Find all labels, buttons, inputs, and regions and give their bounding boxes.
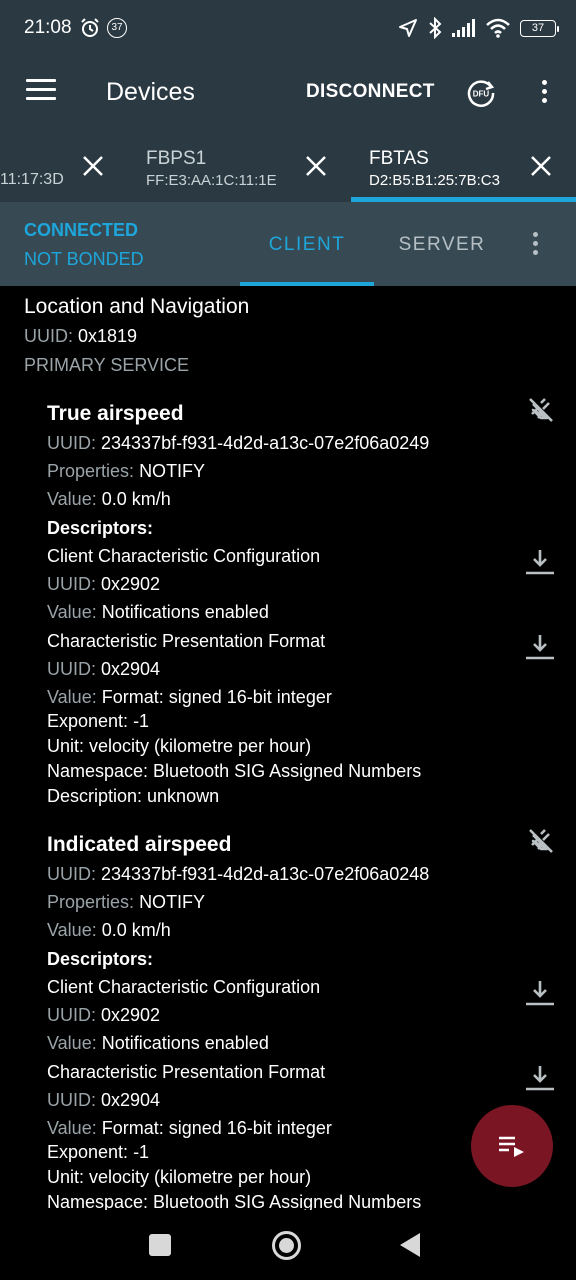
descriptor-value: Value: Notifications enabled [47, 1033, 269, 1053]
page-title: Devices [106, 78, 195, 106]
bluetooth-icon [429, 17, 442, 39]
device-tab-address: 11:17:3D [0, 171, 64, 188]
device-tabs: 11:17:3D FBPS1 FF:E3:AA:1C:11:1E FBTAS D… [0, 134, 576, 202]
descriptor-name: Client Characteristic Configuration [47, 977, 321, 997]
download-icon[interactable] [525, 633, 555, 661]
disconnect-button[interactable]: DISCONNECT [306, 81, 435, 103]
home-icon[interactable] [272, 1231, 301, 1260]
alarm-icon [81, 18, 99, 37]
bond-status: NOT BONDED [24, 249, 144, 269]
device-tab-0[interactable]: 11:17:3D [0, 134, 120, 202]
descriptor-value: Value: Notifications enabled [47, 602, 269, 622]
notifications-off-icon[interactable] [527, 827, 555, 855]
recents-icon[interactable] [149, 1234, 171, 1256]
descriptor-uuid: UUID: 0x2904 [47, 1090, 161, 1110]
overflow-menu-icon[interactable] [540, 80, 548, 106]
status-time: 21:08 [24, 17, 72, 38]
service-uuid: UUID: 0x1819 [24, 326, 138, 346]
descriptor-uuid: UUID: 0x2902 [47, 1005, 161, 1025]
device-tab-address: FF:E3:AA:1C:11:1E [146, 172, 277, 189]
characteristic-name[interactable]: True airspeed [47, 402, 184, 426]
device-tab-1[interactable]: FBPS1 FF:E3:AA:1C:11:1E [120, 134, 351, 202]
connection-status: CONNECTED [24, 220, 139, 240]
wifi-icon [486, 18, 510, 38]
device-tab-2[interactable]: FBTAS D2:B5:B1:25:7B:C3 [351, 134, 576, 202]
characteristic-value: Value: 0.0 km/h [47, 489, 171, 509]
overflow-menu-icon[interactable] [531, 232, 539, 258]
characteristic-uuid: UUID: 234337bf-f931-4d2d-a13c-07e2f06a02… [47, 433, 430, 453]
descriptors-heading: Descriptors: [47, 949, 154, 969]
battery-icon: 37 [520, 19, 559, 37]
services-list[interactable]: Location and Navigation UUID: 0x1819 PRI… [0, 286, 576, 1210]
signal-icon [452, 19, 475, 37]
characteristic-properties: Properties: NOTIFY [47, 461, 206, 481]
service-type: PRIMARY SERVICE [24, 355, 190, 375]
characteristic-value: Value: 0.0 km/h [47, 920, 171, 940]
notification-count-badge: 37 [107, 18, 127, 38]
descriptor-extra: Namespace: Bluetooth SIG Assigned Number… [47, 761, 422, 781]
descriptor-uuid: UUID: 0x2904 [47, 659, 161, 679]
location-icon [399, 19, 417, 37]
system-nav-bar [0, 1210, 576, 1280]
characteristic-name[interactable]: Indicated airspeed [47, 833, 231, 857]
download-icon[interactable] [525, 548, 555, 576]
descriptor-name: Characteristic Presentation Format [47, 1062, 326, 1082]
dfu-label: DFU [473, 90, 490, 99]
service-name: Location and Navigation [24, 295, 250, 318]
descriptor-value: Value: Format: signed 16-bit integer [47, 687, 332, 707]
connection-bar: CONNECTED NOT BONDED CLIENT SERVER [0, 202, 576, 286]
close-icon[interactable] [304, 154, 328, 178]
descriptor-extra: Namespace: Bluetooth SIG Assigned Number… [47, 1192, 422, 1210]
descriptor-extra: Exponent: -1 [47, 711, 150, 731]
descriptor-extra: Description: unknown [47, 786, 220, 806]
tab-client[interactable]: CLIENT [240, 202, 374, 286]
descriptor-name: Characteristic Presentation Format [47, 631, 326, 651]
descriptor-extra: Exponent: -1 [47, 1142, 150, 1162]
status-bar: 21:08 37 37 [0, 0, 576, 50]
descriptor-extra: Unit: velocity (kilometre per hour) [47, 1167, 312, 1187]
descriptors-heading: Descriptors: [47, 518, 154, 538]
log-fab-button[interactable] [471, 1105, 553, 1187]
dfu-icon[interactable]: DFU [466, 78, 496, 108]
status-icons: 37 [398, 16, 559, 40]
device-tab-address: D2:B5:B1:25:7B:C3 [369, 172, 500, 189]
descriptor-uuid: UUID: 0x2902 [47, 574, 161, 594]
menu-icon[interactable] [26, 79, 56, 103]
playlist-log-icon [499, 1136, 524, 1157]
back-icon[interactable] [400, 1233, 420, 1257]
characteristic-uuid: UUID: 234337bf-f931-4d2d-a13c-07e2f06a02… [47, 864, 430, 884]
descriptor-extra: Unit: velocity (kilometre per hour) [47, 736, 312, 756]
tab-server[interactable]: SERVER [375, 202, 509, 286]
descriptor-value: Value: Format: signed 16-bit integer [47, 1118, 332, 1138]
descriptor-name: Client Characteristic Configuration [47, 546, 321, 566]
close-icon[interactable] [529, 154, 553, 178]
download-icon[interactable] [525, 1064, 555, 1092]
download-icon[interactable] [525, 979, 555, 1007]
notifications-off-icon[interactable] [527, 396, 555, 424]
app-toolbar: Devices DISCONNECT DFU [0, 50, 576, 134]
characteristic-properties: Properties: NOTIFY [47, 892, 206, 912]
close-icon[interactable] [81, 154, 105, 178]
device-tab-name: FBPS1 [146, 148, 207, 169]
device-tab-name: FBTAS [369, 148, 429, 169]
